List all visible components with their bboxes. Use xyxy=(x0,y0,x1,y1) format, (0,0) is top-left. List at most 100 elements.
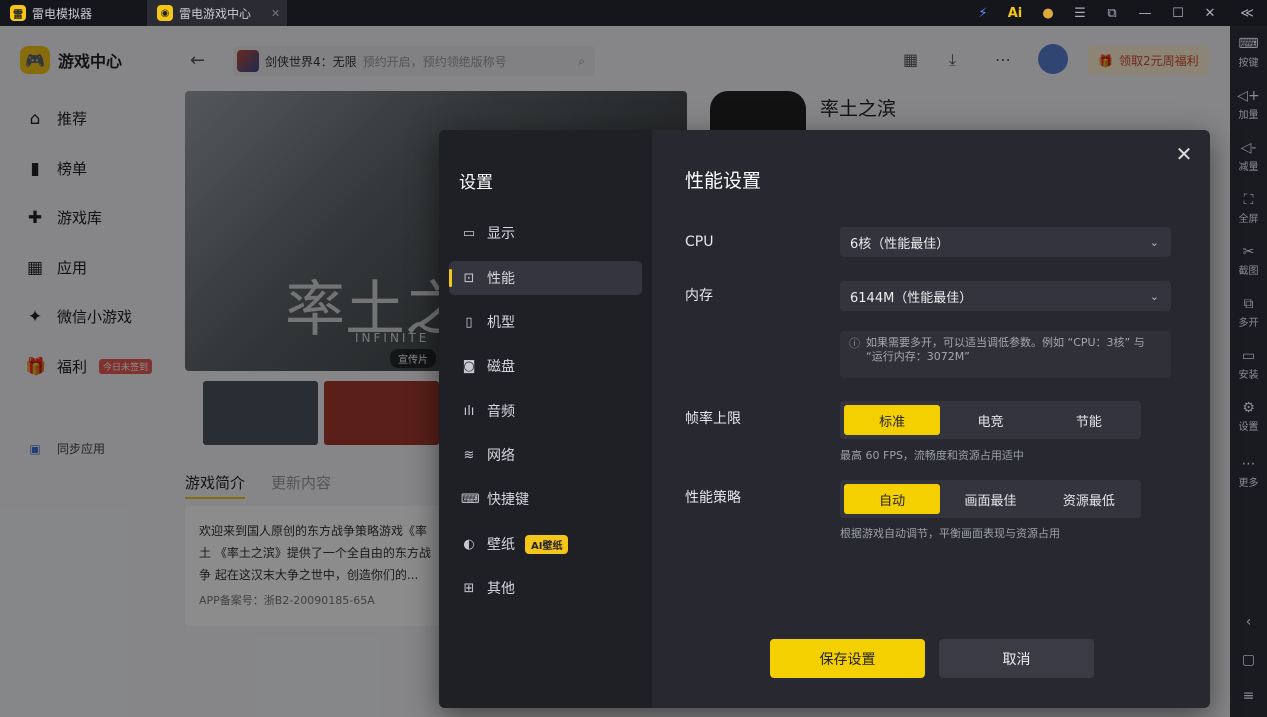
tab-label: 雷电游戏中心 xyxy=(179,6,252,21)
fullscreen-button[interactable]: ⛶ 全屏 xyxy=(1230,192,1267,225)
keymap-button[interactable]: ⌨ 按键 xyxy=(1230,36,1267,69)
strategy-option-low-resource[interactable]: 资源最低 xyxy=(1041,484,1137,514)
gear-icon: ⚙ xyxy=(1242,400,1255,416)
toolbar-label: 安装 xyxy=(1238,370,1259,381)
menu-icon[interactable]: ☰ xyxy=(1070,3,1090,23)
cpu-label: CPU xyxy=(685,234,714,250)
settings-item-device-model[interactable]: ▯ 机型 xyxy=(449,305,642,339)
gamepad-icon: ◉ xyxy=(157,5,173,21)
toolbar-label: 截图 xyxy=(1238,266,1259,277)
toolbar-label: 更多 xyxy=(1238,478,1259,489)
chevron-down-icon: ⌄ xyxy=(1149,289,1159,303)
settings-item-label: 性能 xyxy=(487,271,515,287)
volume-up-icon: ◁+ xyxy=(1237,88,1260,104)
maximize-icon[interactable]: ☐ xyxy=(1168,3,1188,23)
settings-item-label: 机型 xyxy=(487,315,515,331)
tab-game-center[interactable]: ◉ 雷电游戏中心 ✕ xyxy=(147,0,287,26)
chevron-down-icon: ⌄ xyxy=(1149,235,1159,249)
toolbar-label: 减量 xyxy=(1238,162,1259,173)
toolbar-label: 多开 xyxy=(1238,318,1259,329)
title-bar: 雷 雷电模拟器 ◉ 雷电游戏中心 ✕ ⚡ Ai ● ☰ ⧉ — ☐ ✕ ≪ xyxy=(0,0,1267,26)
dialog-title: 设置 xyxy=(459,173,493,193)
performance-icon: ⊡ xyxy=(463,270,475,286)
recents-icon: ≡ xyxy=(1242,688,1255,704)
section-title: 性能设置 xyxy=(685,170,762,192)
minimize-icon[interactable]: — xyxy=(1135,3,1155,23)
settings-dialog: 设置 ▭ 显示 ⊡ 性能 ▯ 机型 ◙ 磁盘 ılı 音频 ≋ 网络 ⌨ 快捷键 ◐ 壁纸 AI壁… xyxy=(439,130,1210,708)
memory-value: 6144M（性能最佳） xyxy=(850,290,973,306)
save-button[interactable]: 保存设置 xyxy=(770,639,925,678)
toolbar-label: 全屏 xyxy=(1238,214,1259,225)
fps-option-esports[interactable]: 电竞 xyxy=(942,405,1038,435)
palette-icon: ◐ xyxy=(463,536,475,552)
settings-sidebar: 设置 ▭ 显示 ⊡ 性能 ▯ 机型 ◙ 磁盘 ılı 音频 ≋ 网络 ⌨ 快捷键 ◐ 壁纸 AI壁… xyxy=(439,130,652,708)
collapse-sidebar-icon[interactable]: ≪ xyxy=(1237,3,1257,23)
close-icon[interactable]: ✕ xyxy=(1200,3,1220,23)
back-nav-button[interactable]: ‹ xyxy=(1230,614,1267,632)
monitor-icon: ▭ xyxy=(462,225,476,241)
more-icon: ⋯ xyxy=(1241,456,1256,472)
settings-item-label: 快捷键 xyxy=(487,492,529,508)
strategy-description: 根据游戏自动调节，平衡画面表现与资源占用 xyxy=(840,527,1060,540)
grid-icon: ⊞ xyxy=(463,580,475,596)
strategy-option-auto[interactable]: 自动 xyxy=(844,484,941,514)
fps-option-eco[interactable]: 节能 xyxy=(1041,405,1137,435)
settings-item-display[interactable]: ▭ 显示 xyxy=(449,216,642,250)
keyboard-icon: ⌨ xyxy=(1238,36,1259,52)
phone-icon: ▯ xyxy=(465,314,473,330)
settings-item-label: 显示 xyxy=(487,226,515,242)
strategy-label: 性能策略 xyxy=(685,490,741,506)
toolbar-label: 按键 xyxy=(1238,58,1259,69)
fullscreen-icon: ⛶ xyxy=(1243,192,1254,208)
speed-icon[interactable]: ⚡ xyxy=(973,3,993,23)
apk-install-icon: ▭ xyxy=(1241,348,1256,364)
settings-item-shortcuts[interactable]: ⌨ 快捷键 xyxy=(449,482,642,516)
disk-icon: ◙ xyxy=(462,358,476,374)
tab-emulator[interactable]: 雷 雷电模拟器 xyxy=(0,0,145,26)
memory-label: 内存 xyxy=(685,288,713,304)
cpu-value: 6核（性能最佳） xyxy=(850,236,950,252)
close-icon[interactable]: ✕ xyxy=(1172,142,1196,166)
settings-item-network[interactable]: ≋ 网络 xyxy=(449,438,642,472)
volume-up-button[interactable]: ◁+ 加量 xyxy=(1230,88,1267,121)
settings-item-label: 网络 xyxy=(487,448,515,464)
settings-item-label: 其他 xyxy=(487,581,515,597)
cpu-select[interactable]: 6核（性能最佳） ⌄ xyxy=(840,227,1171,257)
info-icon: ⓘ xyxy=(849,337,860,350)
multi-instance-button[interactable]: ⧉ 多开 xyxy=(1230,296,1267,329)
settings-button[interactable]: ⚙ 设置 xyxy=(1230,400,1267,433)
avatar-icon[interactable]: ● xyxy=(1038,3,1058,23)
multi-instance-hint: ⓘ 如果需要多开，可以适当调低参数。例如 “CPU：3核” 与 “运行内存：30… xyxy=(840,331,1171,378)
settings-item-label: 壁纸 xyxy=(487,537,515,553)
back-icon: ‹ xyxy=(1245,614,1252,630)
install-button[interactable]: ▭ 安装 xyxy=(1230,348,1267,381)
wifi-icon: ≋ xyxy=(463,447,475,463)
recents-nav-button[interactable]: ≡ xyxy=(1230,688,1267,706)
ai-icon[interactable]: Ai xyxy=(1005,3,1025,23)
strategy-segmented-control: 自动 画面最佳 资源最低 xyxy=(840,480,1141,518)
settings-panel: 性能设置 ✕ CPU 6核（性能最佳） ⌄ 内存 6144M（性能最佳） ⌄ ⓘ… xyxy=(652,130,1210,708)
memory-select[interactable]: 6144M（性能最佳） ⌄ xyxy=(840,281,1171,311)
ai-wallpaper-badge: AI壁纸 xyxy=(525,534,569,554)
settings-item-label: 磁盘 xyxy=(487,359,515,375)
cancel-button[interactable]: 取消 xyxy=(939,639,1094,678)
emulator-logo-icon: 雷 xyxy=(10,5,26,21)
settings-item-other[interactable]: ⊞ 其他 xyxy=(449,571,642,605)
settings-item-performance[interactable]: ⊡ 性能 xyxy=(449,261,642,295)
volume-down-icon: ◁- xyxy=(1240,140,1257,156)
volume-down-button[interactable]: ◁- 减量 xyxy=(1230,140,1267,173)
restore-mini-icon[interactable]: ⧉ xyxy=(1102,3,1122,23)
settings-item-disk[interactable]: ◙ 磁盘 xyxy=(449,349,642,383)
settings-item-label: 音频 xyxy=(487,404,515,420)
close-tab-icon[interactable]: ✕ xyxy=(271,7,280,20)
toolbar-label: 设置 xyxy=(1238,422,1259,433)
screenshot-button[interactable]: ✂ 截图 xyxy=(1230,244,1267,277)
settings-item-wallpaper[interactable]: ◐ 壁纸 AI壁纸 xyxy=(449,527,642,561)
settings-item-audio[interactable]: ılı 音频 xyxy=(449,394,642,428)
fps-option-standard[interactable]: 标准 xyxy=(844,405,941,435)
home-nav-button[interactable]: ▢ xyxy=(1230,652,1267,670)
tab-label: 雷电模拟器 xyxy=(32,6,93,21)
strategy-option-best-visual[interactable]: 画面最佳 xyxy=(942,484,1038,514)
toolbar-label: 加量 xyxy=(1238,110,1259,121)
more-button[interactable]: ⋯ 更多 xyxy=(1230,456,1267,489)
